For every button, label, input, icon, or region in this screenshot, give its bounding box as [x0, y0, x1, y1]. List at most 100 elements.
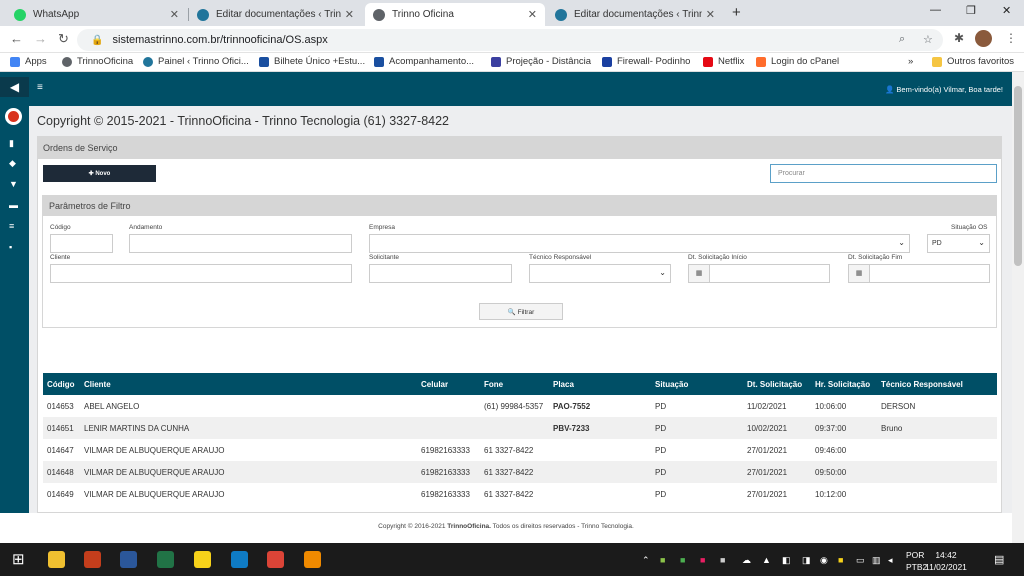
reload-button[interactable]: ↻	[58, 31, 69, 47]
bookmark-bilhete-unico[interactable]: Bilhete Único +Estu...	[259, 56, 365, 67]
vlc-tray-icon[interactable]: ▲	[762, 555, 771, 565]
word-icon[interactable]	[120, 551, 137, 568]
app-badge-icon[interactable]	[5, 108, 22, 125]
bookmark-painel[interactable]: Painel ‹ Trinno Ofici...	[143, 56, 249, 67]
nvidia-icon[interactable]: ■	[660, 555, 665, 565]
table-row[interactable]: 014651 LENIR MARTINS DA CUNHA PBV-7233 PD 10…	[43, 417, 997, 439]
table-row[interactable]: 014648 VILMAR DE ALBUQUERQUE ARAUJO 619821…	[43, 461, 997, 483]
page-scrollbar[interactable]	[1012, 72, 1024, 543]
tray-expand-icon[interactable]: ⌃	[642, 555, 650, 566]
close-icon[interactable]: ✕	[528, 8, 537, 21]
app-tray-icon[interactable]: ■	[700, 555, 705, 565]
tab-editar-documentacoes[interactable]: Editar documentações ‹ Trinno O ✕	[189, 3, 362, 26]
tab-whatsapp[interactable]: WhatsApp ✕	[6, 3, 187, 26]
welcome-message[interactable]: 👤 Bem-vindo(a) Vilmar, Boa tarde!	[885, 85, 1003, 94]
search-input[interactable]: Procurar	[770, 164, 997, 183]
bookmark-other-favorites[interactable]: Outros favoritos	[932, 56, 1014, 67]
calendar-icon[interactable]: ▦	[689, 265, 710, 282]
table-row[interactable]: 014647 VILMAR DE ALBUQUERQUE ARAUJO 619821…	[43, 439, 997, 461]
column-header-dt-solicitacao[interactable]: Dt. Solicitação	[747, 380, 802, 389]
column-header-cliente[interactable]: Cliente	[84, 380, 111, 389]
scrollbar-thumb[interactable]	[1014, 86, 1022, 266]
dt-inicio-input[interactable]: ▦	[688, 264, 830, 283]
app-tray-icon[interactable]: ◨	[802, 555, 811, 566]
forward-button[interactable]: →	[34, 31, 47, 46]
column-header-fone[interactable]: Fone	[484, 380, 503, 389]
extensions-icon[interactable]: ✱	[954, 31, 964, 45]
list-icon[interactable]: ≡	[9, 221, 14, 231]
cloud-icon[interactable]: ☁	[742, 555, 751, 566]
bookmark-trinnooficina[interactable]: TrinnoOficina	[62, 56, 133, 67]
column-header-tecnico[interactable]: Técnico Responsável	[881, 380, 963, 389]
situacao-select[interactable]: PD ⌄	[927, 234, 990, 253]
database-icon[interactable]: ▮	[9, 138, 14, 149]
bookmark-acompanhamento[interactable]: Acompanhamento...	[374, 56, 474, 67]
excel-icon[interactable]	[157, 551, 174, 568]
download-icon[interactable]: ▼	[9, 179, 18, 189]
column-header-celular[interactable]: Celular	[421, 380, 448, 389]
bookmark-apps[interactable]: Apps	[10, 56, 47, 67]
menu-toggle-icon[interactable]: ≡	[37, 82, 43, 93]
column-header-hr-solicitacao[interactable]: Hr. Solicitação	[815, 380, 870, 389]
bookmark-label: Netflix	[718, 56, 745, 67]
share-icon[interactable]: ◆	[9, 158, 16, 169]
file-explorer-icon[interactable]	[48, 551, 65, 568]
close-icon[interactable]: ✕	[706, 8, 715, 21]
tecnico-select[interactable]: ⌄	[529, 264, 671, 283]
codigo-input[interactable]	[50, 234, 113, 253]
cell-tecnico: Bruno	[881, 424, 903, 433]
table-row[interactable]: 014649 VILMAR DE ALBUQUERQUE ARAUJO 619821…	[43, 483, 997, 505]
skype-icon[interactable]: ◉	[820, 555, 828, 566]
edge-icon[interactable]	[231, 551, 248, 568]
star-icon[interactable]: ☆	[923, 33, 933, 46]
network-icon[interactable]: ▥	[872, 555, 881, 566]
url-bar[interactable]: 🔒 sistemastrinno.com.br/trinnooficina/OS…	[77, 29, 943, 51]
report-icon[interactable]: ▪	[9, 242, 12, 252]
volume-icon[interactable]: ◂	[888, 555, 893, 566]
column-header-placa[interactable]: Placa	[553, 380, 574, 389]
system-clock[interactable]: 14:42 11/02/2021	[925, 549, 967, 573]
cliente-input[interactable]	[50, 264, 352, 283]
bookmark-netflix[interactable]: Netflix	[703, 56, 744, 67]
close-window-button[interactable]: ✕	[1002, 4, 1011, 17]
windows-start-icon[interactable]: ⊞	[12, 550, 25, 568]
notifications-icon[interactable]: ▤	[994, 553, 1004, 566]
chrome-icon[interactable]	[267, 551, 284, 568]
empresa-select[interactable]: ⌄	[369, 234, 910, 253]
bookmark-firewall[interactable]: Firewall- Podinho	[602, 56, 690, 67]
andamento-input[interactable]	[129, 234, 352, 253]
close-icon[interactable]: ✕	[170, 8, 179, 21]
column-header-situacao[interactable]: Situação	[655, 380, 688, 389]
zoom-icon[interactable]: ⌕	[899, 33, 905, 46]
back-button[interactable]: ←	[10, 31, 23, 46]
bookmark-projecao[interactable]: Projeção - Distância	[491, 56, 591, 67]
app-tray-icon[interactable]: ◧	[782, 555, 791, 566]
app-logo[interactable]: ◀	[0, 77, 29, 97]
restore-button[interactable]: ❐	[966, 4, 976, 17]
app-tray-icon[interactable]: ■	[838, 555, 843, 565]
powerpoint-icon[interactable]	[84, 551, 101, 568]
column-header-codigo[interactable]: Código	[47, 380, 75, 389]
app-tray-icon[interactable]: ■	[680, 555, 685, 565]
profile-avatar[interactable]	[975, 30, 992, 47]
calendar-icon[interactable]: ▦	[849, 265, 870, 282]
solicitante-input[interactable]	[369, 264, 512, 283]
wordpress-icon	[555, 8, 567, 21]
dt-fim-input[interactable]: ▦	[848, 264, 990, 283]
vlc-icon[interactable]	[304, 551, 321, 568]
bookmark-cpanel[interactable]: Login do cPanel	[756, 56, 839, 67]
display-icon[interactable]: ▭	[856, 555, 865, 566]
table-row[interactable]: 014653 ABEL ANGELO (61) 99984-5357 PAO-7552…	[43, 395, 997, 417]
new-order-button[interactable]: ✚ Novo	[43, 165, 156, 182]
app-tray-icon[interactable]: ■	[720, 555, 725, 565]
close-icon[interactable]: ✕	[345, 8, 354, 21]
more-bookmarks-button[interactable]: »	[908, 56, 913, 67]
tab-trinno-oficina[interactable]: Trinno Oficina ✕	[365, 3, 545, 26]
browser-menu-icon[interactable]: ⋮	[1005, 31, 1017, 45]
tab-editar-documentacoes-2[interactable]: Editar documentações ‹ Trinno O ✕	[547, 3, 723, 26]
new-tab-button[interactable]: +	[732, 4, 741, 21]
minimize-button[interactable]: —	[930, 4, 941, 16]
sticky-notes-icon[interactable]	[194, 551, 211, 568]
filter-button[interactable]: 🔍 Filtrar	[479, 303, 563, 320]
print-icon[interactable]: ▬	[9, 200, 18, 210]
